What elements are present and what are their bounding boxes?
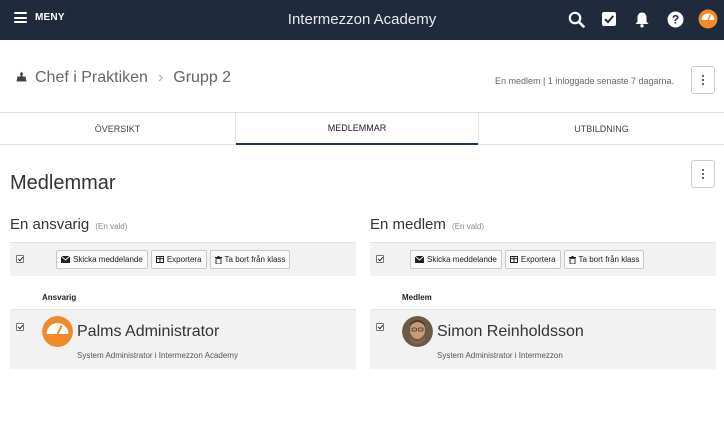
breadcrumb: Chef i Praktiken › Grupp 2: [16, 69, 231, 87]
profile-logo-icon[interactable]: [698, 9, 718, 29]
selection-count: (En vald): [95, 222, 128, 231]
send-message-button[interactable]: Skicka meddelande: [56, 250, 148, 269]
member-role: System Administrator i Intermezzon: [437, 351, 563, 360]
group-toolbar: Skicka meddelande Exportera Ta bort från…: [10, 242, 356, 276]
column-header: Ansvarig: [42, 293, 77, 302]
export-button[interactable]: Exportera: [504, 250, 561, 269]
export-label: Exportera: [520, 255, 556, 264]
page-title: Medlemmar: [10, 172, 116, 194]
remove-from-class-button[interactable]: Ta bort från klass: [563, 250, 645, 269]
breadcrumb-separator: ›: [157, 69, 164, 86]
user-photo-avatar: [402, 316, 433, 347]
envelope-icon: [415, 256, 424, 263]
tab-utbildning[interactable]: UTBILDNING: [478, 113, 724, 145]
member-name[interactable]: Simon Reinholdsson: [437, 323, 584, 341]
member-group: En medlem (En vald) Skicka meddelande Ex…: [370, 216, 716, 369]
header-options-button[interactable]: [691, 66, 715, 94]
trash-icon: [214, 255, 222, 264]
member-checkbox[interactable]: [16, 323, 24, 331]
remove-from-class-button[interactable]: Ta bort från klass: [209, 250, 291, 269]
member-checkbox[interactable]: [376, 323, 384, 331]
remove-label: Ta bort från klass: [578, 255, 640, 264]
trash-icon: [568, 255, 576, 264]
export-label: Exportera: [166, 255, 202, 264]
svg-text:?: ?: [671, 12, 678, 26]
tab-medlemmar[interactable]: MEDLEMMAR: [236, 113, 478, 145]
group-title: En ansvarig (En vald): [10, 216, 356, 233]
bell-icon[interactable]: [632, 9, 652, 29]
column-header: Medlem: [402, 293, 432, 302]
group-toolbar: Skicka meddelande Exportera Ta bort från…: [370, 242, 716, 276]
section-tabs: ÖVERSIKT MEDLEMMAR UTBILDNING: [0, 113, 724, 145]
select-all-checkbox[interactable]: [376, 255, 384, 263]
envelope-icon: [61, 256, 70, 263]
breadcrumb-group[interactable]: Grupp 2: [173, 69, 231, 87]
search-icon[interactable]: [566, 9, 586, 29]
members-options-button[interactable]: [691, 160, 715, 188]
top-navigation-bar: MENY Intermezzon Academy ?: [0, 0, 724, 40]
remove-label: Ta bort från klass: [224, 255, 286, 264]
help-icon[interactable]: ?: [665, 9, 685, 29]
table-icon: [509, 256, 518, 263]
tasks-check-icon[interactable]: [599, 9, 619, 29]
export-button[interactable]: Exportera: [150, 250, 207, 269]
member-row: Palms Administrator System Administrator…: [10, 309, 356, 369]
orange-logo-avatar: [42, 316, 73, 347]
tab-oversikt[interactable]: ÖVERSIKT: [0, 113, 236, 145]
send-message-button[interactable]: Skicka meddelande: [410, 250, 502, 269]
group-title-text: En medlem: [370, 216, 446, 233]
group-title-text: En ansvarig: [10, 216, 90, 233]
member-row: Simon Reinholdsson System Administrator …: [370, 309, 716, 369]
responsible-group: En ansvarig (En vald) Skicka meddelande …: [10, 216, 356, 369]
member-role: System Administrator i Intermezzon Acade…: [77, 351, 238, 360]
kebab-icon: [702, 169, 704, 179]
send-message-label: Skicka meddelande: [427, 255, 497, 264]
table-icon: [155, 256, 164, 263]
selection-count: (En vald): [452, 222, 485, 231]
kebab-icon: [702, 75, 704, 85]
organization-icon: [16, 69, 27, 87]
select-all-checkbox[interactable]: [16, 255, 24, 263]
breadcrumb-course[interactable]: Chef i Praktiken: [35, 69, 148, 87]
member-status-text: En medlem | 1 inloggade senaste 7 dagarn…: [495, 76, 674, 86]
send-message-label: Skicka meddelande: [73, 255, 143, 264]
group-title: En medlem (En vald): [370, 216, 716, 233]
member-name[interactable]: Palms Administrator: [77, 323, 219, 341]
